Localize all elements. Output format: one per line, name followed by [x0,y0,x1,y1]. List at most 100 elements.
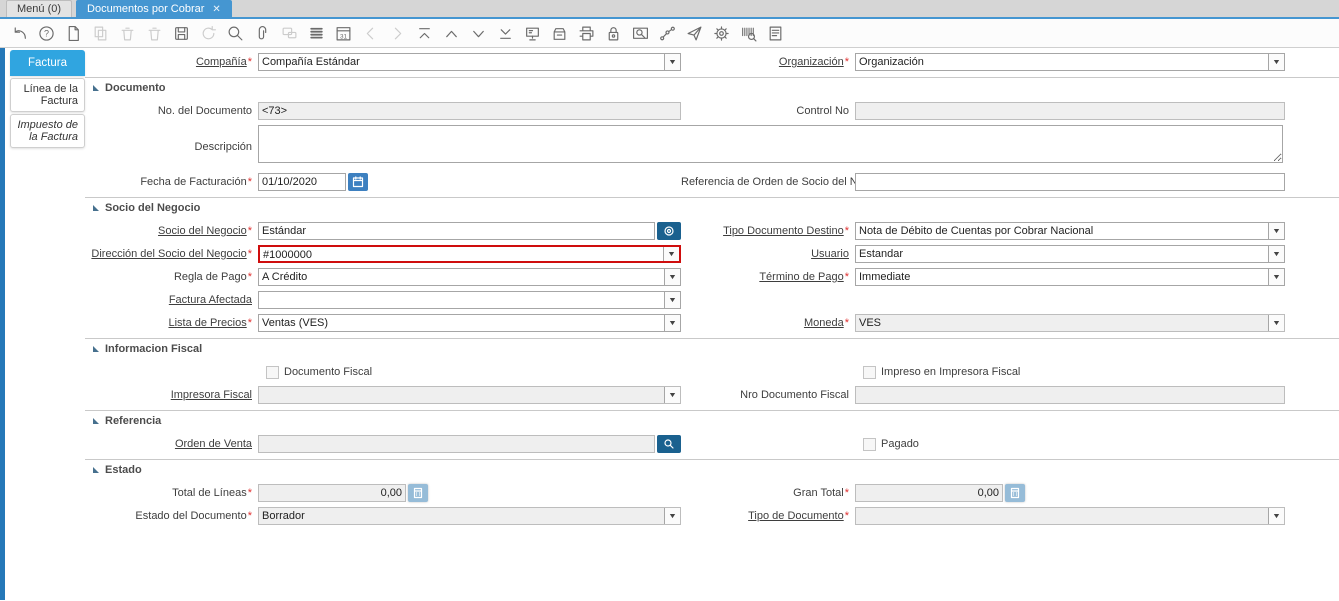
lista-precios-select[interactable]: Ventas (VES) ▼ [258,314,681,332]
toolbar-save-button[interactable] [168,20,195,46]
delete-selection-icon [148,27,161,40]
no-documento-input[interactable] [258,102,681,120]
orden-venta-input[interactable] [258,435,655,453]
toolbar-find-button[interactable] [222,20,249,46]
toolbar-workflow-button[interactable] [654,20,681,46]
toolbar-attachment-button[interactable] [249,20,276,46]
chevron-down-icon[interactable]: ▼ [1268,223,1284,239]
chevron-down-icon[interactable]: ▼ [1268,269,1284,285]
toolbar-send-mail-button[interactable] [681,20,708,46]
compania-select[interactable]: Compañía Estándar ▼ [258,53,681,71]
chevron-down-icon[interactable]: ▼ [664,315,680,331]
toolbar-chat-button[interactable] [276,20,303,46]
toolbar-copy-record-button[interactable] [87,20,114,46]
section-informacion-fiscal: Informacion Fiscal [85,338,1339,357]
toolbar-print-button[interactable] [573,20,600,46]
chevron-down-icon[interactable]: ▼ [664,54,680,70]
gran-total-label: Gran Total* [793,487,849,499]
toolbar-lock-button[interactable] [600,20,627,46]
chevron-down-icon[interactable]: ▼ [1268,246,1284,262]
gran-total-calculator-button[interactable] [1005,484,1025,502]
pagado-checkbox[interactable] [863,437,876,451]
toolbar-report-button[interactable] [519,20,546,46]
control-no-input[interactable] [855,102,1285,120]
chat-icon [282,27,297,38]
chevron-down-icon[interactable]: ▼ [1268,315,1284,331]
moneda-select[interactable]: VES ▼ [855,314,1285,332]
toolbar-last-record-button[interactable] [492,20,519,46]
attachment-icon [258,25,267,39]
collapse-triangle-icon[interactable] [93,205,99,211]
total-lineas-calculator-button[interactable] [408,484,428,502]
toolbar-help-button[interactable]: ? [33,20,60,46]
no-documento-label: No. del Documento [157,105,252,117]
descripcion-textarea[interactable] [258,125,1283,163]
toolbar-zoom-across-button[interactable] [627,20,654,46]
toolbar-delete-record-button[interactable] [114,20,141,46]
chevron-down-icon[interactable]: ▼ [664,269,680,285]
usuario-select[interactable]: Estandar ▼ [855,245,1285,263]
estado-documento-select[interactable]: Borrador ▼ [258,507,681,525]
toolbar-detail-record-button[interactable] [465,20,492,46]
direccion-socio-select[interactable]: #1000000 ▼ [258,245,681,263]
orden-venta-zoom-button[interactable] [657,435,681,453]
chevron-down-icon[interactable]: ▼ [664,508,680,524]
chevron-down-icon[interactable]: ▼ [1268,508,1284,524]
impresora-fiscal-select[interactable]: ▼ [258,386,681,404]
toolbar-print-document-button[interactable] [762,20,789,46]
tipo-documento-destino-select[interactable]: Nota de Débito de Cuentas por Cobrar Nac… [855,222,1285,240]
orden-venta-label: Orden de Venta [174,438,252,450]
calculator-icon [1010,487,1020,499]
toolbar-new-record-button[interactable] [60,20,87,46]
toolbar-preferences-button[interactable] [708,20,735,46]
chevron-down-icon[interactable]: ▼ [1268,54,1284,70]
sidebar-tab-linea-factura[interactable]: Línea de la Factura [10,78,85,112]
chevron-down-icon[interactable]: ▼ [664,292,680,308]
close-icon[interactable]: ✕ [212,4,220,15]
total-lineas-label: Total de Líneas* [172,487,252,499]
toolbar-archive-button[interactable] [546,20,573,46]
bpartner-info-button[interactable] [657,222,681,240]
toolbar-first-record-button[interactable] [411,20,438,46]
referencia-orden-input[interactable] [855,173,1285,191]
toolbar-parent-record-button[interactable] [438,20,465,46]
collapse-triangle-icon[interactable] [93,418,99,424]
lock-icon [608,26,619,40]
collapse-triangle-icon[interactable] [93,346,99,352]
toolbar-calendar-button[interactable]: 31 [330,20,357,46]
termino-pago-select[interactable]: Immediate ▼ [855,268,1285,286]
documento-fiscal-checkbox[interactable] [266,365,279,379]
calendar-picker-button[interactable] [348,173,368,191]
factura-afectada-label: Factura Afectada [168,294,252,306]
sidebar-tab-factura[interactable]: Factura [10,50,85,76]
organizacion-select[interactable]: Organización ▼ [855,53,1285,71]
chevron-down-icon[interactable]: ▼ [663,247,679,261]
regla-pago-select[interactable]: A Crédito ▼ [258,268,681,286]
toolbar-refresh-button[interactable] [195,20,222,46]
toolbar-undo-button[interactable] [6,20,33,46]
toolbar: ? 31 [0,19,1339,48]
fecha-facturacion-input[interactable] [258,173,346,191]
collapse-triangle-icon[interactable] [93,467,99,473]
collapse-triangle-icon[interactable] [93,85,99,91]
toolbar-product-info-button[interactable] [735,20,762,46]
toolbar-delete-selection-button[interactable] [141,20,168,46]
save-icon [175,26,188,40]
tipo-documento-select[interactable]: ▼ [855,507,1285,525]
preferences-icon [714,25,729,41]
chevron-down-icon[interactable]: ▼ [664,387,680,403]
toolbar-next-record-button[interactable] [384,20,411,46]
gran-total-input[interactable] [855,484,1003,502]
toolbar-previous-record-button[interactable] [357,20,384,46]
factura-afectada-select[interactable]: ▼ [258,291,681,309]
total-lineas-input[interactable] [258,484,406,502]
sidebar-tab-impuesto-factura[interactable]: Impuesto de la Factura [10,114,85,148]
tab-documentos-por-cobrar[interactable]: Documentos por Cobrar ✕ [76,0,232,17]
nro-documento-fiscal-input[interactable] [855,386,1285,404]
pagado-label: Pagado [881,438,919,450]
tipo-documento-destino-label: Tipo Documento Destino* [723,225,849,237]
socio-negocio-input[interactable] [258,222,655,240]
tab-menu[interactable]: Menú (0) [6,0,73,17]
impreso-impresora-fiscal-checkbox[interactable] [863,365,876,379]
toolbar-grid-toggle-button[interactable] [303,20,330,46]
